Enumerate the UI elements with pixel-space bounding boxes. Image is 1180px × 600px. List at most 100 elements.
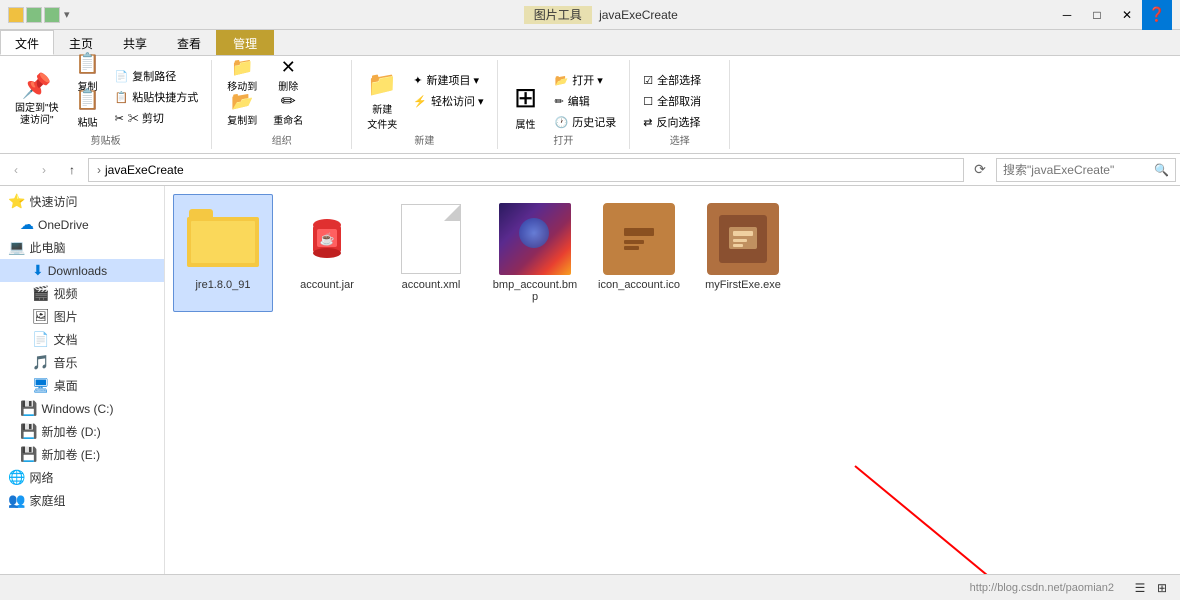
sidebar-item-thispc[interactable]: 💻 此电脑 — [0, 236, 164, 259]
app-title: javaExeCreate — [599, 8, 678, 22]
sidebar-item-videos[interactable]: 🎬 视频 — [0, 282, 164, 305]
path-text: javaExeCreate — [105, 163, 184, 177]
pin-icon: 📌 — [22, 72, 52, 101]
sidebar-item-downloads[interactable]: ⬇ Downloads — [0, 259, 164, 282]
history-icon: 🕐 — [555, 116, 569, 129]
ribbon: 📌 固定到"快速访问" 📋 复制 📋 粘贴 📄 复制路径 — [0, 56, 1180, 154]
sidebar-item-drivee[interactable]: 💾 新加卷 (E:) — [0, 443, 164, 466]
pin-quick-access-button[interactable]: 📌 固定到"快速访问" — [8, 62, 66, 132]
sidebar-label-drivee: 新加卷 (E:) — [41, 446, 100, 463]
downloads-icon: ⬇ — [32, 262, 44, 279]
address-bar: ‹ › ↑ › javaExeCreate ⟳ 🔍 — [0, 154, 1180, 186]
select-all-icon: ☑ — [643, 74, 653, 87]
refresh-button[interactable]: ⟳ — [968, 158, 992, 182]
file-item-xml[interactable]: account.xml — [381, 194, 481, 312]
tab-manage[interactable]: 管理 — [216, 30, 274, 55]
sidebar-item-pictures[interactable]: 🖼 图片 — [0, 305, 164, 328]
sidebar-label-thispc: 此电脑 — [29, 239, 65, 256]
address-path[interactable]: › javaExeCreate — [88, 158, 964, 182]
file-name-jar: account.jar — [300, 279, 354, 291]
sidebar-item-quickaccess[interactable]: ⭐ 快速访问 — [0, 190, 164, 213]
select-label: 选择 — [630, 132, 729, 147]
sidebar-item-network[interactable]: 🌐 网络 — [0, 466, 164, 489]
new-item-icon: ✦ — [413, 74, 422, 87]
drive-d-icon: 💾 — [20, 423, 37, 440]
history-button[interactable]: 🕐 历史记录 — [550, 112, 622, 132]
paste-icon: 📋 — [75, 87, 100, 112]
file-item-jre[interactable]: jre1.8.0_91 — [173, 194, 273, 312]
invert-select-button[interactable]: ⇄ 反向选择 — [638, 112, 706, 132]
paste-button[interactable]: 📋 粘贴 — [68, 100, 108, 134]
organize-buttons: 📁 移动到 📂 复制到 ✕ 删除 ✏ 重命名 — [220, 62, 310, 132]
ribbon-context-label: 图片工具 — [524, 6, 592, 24]
ribbon-group-clipboard: 📌 固定到"快速访问" 📋 复制 📋 粘贴 📄 复制路径 — [0, 60, 212, 149]
file-item-exe[interactable]: myFirstExe.exe — [693, 194, 793, 312]
close-button[interactable]: ✕ — [1112, 0, 1142, 30]
delete-icon: ✕ — [281, 57, 296, 78]
easy-access-icon: ⚡ — [413, 95, 427, 108]
bmp-icon — [499, 203, 571, 275]
new-item-button[interactable]: ✦ 新建项目 ▾ — [408, 70, 488, 90]
sidebar: ⭐ 快速访问 ☁ OneDrive 💻 此电脑 ⬇ Downloads 🎬 视频… — [0, 186, 165, 574]
icons-view-button[interactable]: ⊞ — [1152, 578, 1172, 598]
paste-shortcut-button[interactable]: 📋 粘贴快捷方式 — [110, 87, 204, 107]
sidebar-item-desktop[interactable]: 🖥 桌面 — [0, 374, 164, 397]
sidebar-item-homegroup[interactable]: 👥 家庭组 — [0, 489, 164, 512]
pc-icon: 💻 — [8, 239, 25, 256]
clipboard-label: 剪贴板 — [0, 132, 211, 147]
up-button[interactable]: ↑ — [60, 158, 84, 182]
path-separator: › — [97, 163, 101, 177]
file-item-bmp[interactable]: bmp_account.bmp — [485, 194, 585, 312]
open-button[interactable]: 📂 打开 ▾ — [550, 70, 622, 90]
forward-button[interactable]: › — [32, 158, 56, 182]
star-icon: ⭐ — [8, 193, 25, 210]
file-item-ico[interactable]: icon_account.ico — [589, 194, 689, 312]
sidebar-item-music[interactable]: 🎵 音乐 — [0, 351, 164, 374]
search-box[interactable]: 🔍 — [996, 158, 1176, 182]
copy-to-button[interactable]: 📂 复制到 — [220, 100, 264, 132]
invert-select-icon: ⇄ — [643, 116, 652, 129]
xml-thumb — [395, 203, 467, 275]
tab-share[interactable]: 共享 — [108, 30, 162, 55]
folder-icon-jre — [187, 209, 259, 269]
move-to-icon: 📁 — [231, 57, 253, 78]
cut-button[interactable]: ✂ ✂ 剪切 — [110, 108, 204, 128]
sidebar-item-onedrive[interactable]: ☁ OneDrive — [0, 213, 164, 236]
back-button[interactable]: ‹ — [4, 158, 28, 182]
sidebar-label-videos: 视频 — [53, 285, 77, 302]
sidebar-label-quickaccess: 快速访问 — [29, 193, 77, 210]
jar-thumb: ☕ — [291, 203, 363, 275]
copy-to-icon: 📂 — [231, 91, 253, 112]
ribbon-tabs: 文件 主页 共享 查看 管理 — [0, 30, 1180, 56]
sidebar-item-drivec[interactable]: 💾 Windows (C:) — [0, 397, 164, 420]
copy-path-icon: 📄 — [115, 70, 129, 83]
select-none-button[interactable]: ☐ 全部取消 — [638, 91, 706, 111]
rename-icon: ✏ — [281, 91, 296, 112]
new-folder-button[interactable]: 📁 新建文件夹 — [360, 66, 404, 136]
tab-view[interactable]: 查看 — [162, 30, 216, 55]
select-all-button[interactable]: ☑ 全部选择 — [638, 70, 706, 90]
exe-icon — [707, 203, 779, 275]
image-folder-icon: 🖼 — [32, 308, 50, 325]
sidebar-item-documents[interactable]: 📄 文档 — [0, 328, 164, 351]
properties-button[interactable]: ⊞ 属性 — [506, 66, 546, 136]
title-bar-label: 图片工具 javaExeCreate — [150, 6, 1052, 23]
edit-icon: ✏ — [555, 95, 564, 108]
file-name-ico: icon_account.ico — [598, 279, 680, 291]
maximize-button[interactable]: □ — [1082, 0, 1112, 30]
copy-path-button[interactable]: 📄 复制路径 — [110, 66, 204, 86]
edit-button[interactable]: ✏ 编辑 — [550, 91, 622, 111]
sidebar-label-desktop: 桌面 — [54, 377, 78, 394]
ico-icon — [603, 203, 675, 275]
rename-button[interactable]: ✏ 重命名 — [266, 100, 310, 132]
exe-svg — [725, 221, 761, 257]
bmp-thumb — [499, 203, 571, 275]
sidebar-item-drived[interactable]: 💾 新加卷 (D:) — [0, 420, 164, 443]
file-item-jar[interactable]: ☕ account.jar — [277, 194, 377, 312]
main-area: ⭐ 快速访问 ☁ OneDrive 💻 此电脑 ⬇ Downloads 🎬 视频… — [0, 186, 1180, 574]
search-input[interactable] — [1003, 163, 1154, 177]
easy-access-button[interactable]: ⚡ 轻松访问 ▾ — [408, 91, 488, 111]
details-view-button[interactable]: ☰ — [1130, 578, 1150, 598]
minimize-button[interactable]: ─ — [1052, 0, 1082, 30]
tab-file[interactable]: 文件 — [0, 30, 54, 55]
